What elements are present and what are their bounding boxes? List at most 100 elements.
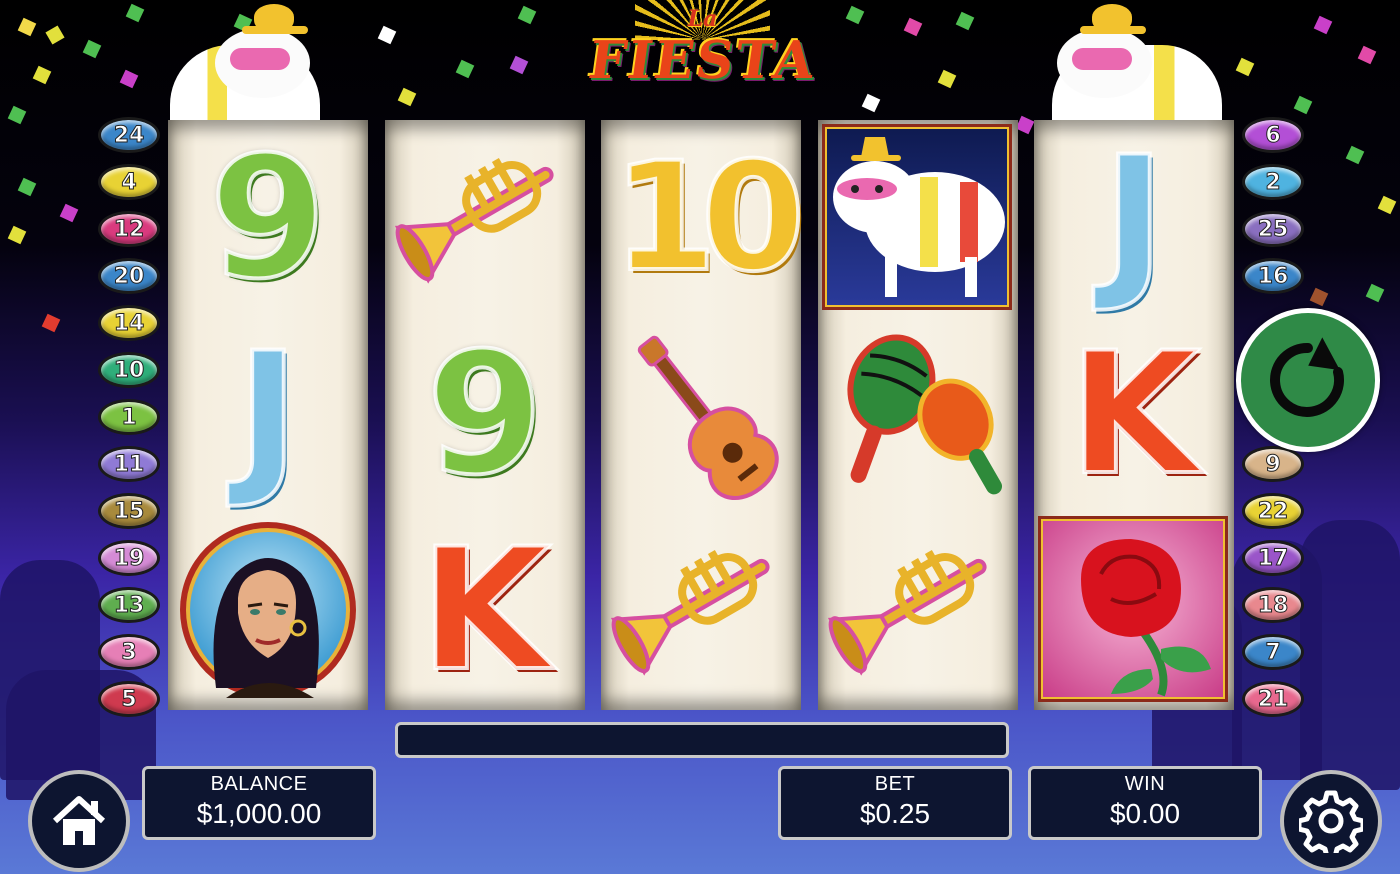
home-button[interactable] [28,770,130,872]
reel-symbol-k: K [385,512,585,708]
message-bar [395,722,1009,758]
home-icon [52,796,106,845]
confetti [17,17,37,37]
reel-symbol-trumpet [601,512,801,708]
payline-badge[interactable]: 14 [98,305,160,341]
crowd-silhouette [1300,520,1400,790]
trumpet-icon [395,158,554,284]
payline-badge[interactable]: 4 [98,164,160,200]
payline-badge[interactable]: 22 [1242,493,1304,529]
confetti [937,69,957,89]
payline-badge[interactable]: 1 [98,399,160,435]
gear-icon [1299,790,1363,853]
reel-5: J K [1034,120,1234,710]
reel-symbol-j: J [168,316,368,512]
confetti [1015,115,1035,135]
payline-badge[interactable]: 2 [1242,164,1304,200]
confetti [41,313,61,333]
win-label: WIN [1124,773,1166,795]
confetti [7,225,27,245]
balance-panel: BALANCE $1,000.00 [142,766,376,840]
rose-frame [1038,516,1228,702]
confetti [82,39,102,59]
pinata-icon [833,137,1005,297]
symbol-text: 9 [425,316,546,512]
confetti [45,25,65,45]
payline-badge[interactable]: 7 [1242,634,1304,670]
confetti [1235,57,1255,77]
confetti [7,105,27,125]
pinata-decoration-right [1052,0,1222,125]
payline-badge[interactable]: 17 [1242,540,1304,576]
win-value: $0.00 [1109,798,1181,829]
rose-icon [1081,539,1211,697]
confetti [845,5,865,25]
payline-badge[interactable]: 9 [1242,446,1304,482]
payline-badge[interactable]: 19 [98,540,160,576]
confetti [903,17,923,37]
balance-value: $1,000.00 [196,798,322,829]
reel-symbol-trumpet [385,120,585,316]
reel-symbol-9: 9 [168,120,368,316]
confetti [1345,145,1365,165]
reel-3: 10 [601,120,808,710]
reel-symbol-j: J [1034,120,1234,316]
bet-label: BET [874,773,916,795]
payline-badge[interactable]: 25 [1242,211,1304,247]
confetti [455,59,475,79]
payline-badge[interactable]: 16 [1242,258,1304,294]
confetti [509,55,529,75]
confetti [1313,15,1333,35]
payline-badge[interactable]: 24 [98,117,160,153]
confetti [377,25,397,45]
reel-symbol-k: K [1034,316,1234,512]
woman-portrait-icon [180,522,356,698]
trumpet-icon [611,550,770,676]
spin-icon [1270,337,1344,417]
payline-badge[interactable]: 13 [98,587,160,623]
payline-badge[interactable]: 5 [98,681,160,717]
payline-badge[interactable]: 3 [98,634,160,670]
reel-symbol-pinata [818,120,1018,316]
confetti [861,93,881,113]
confetti [1309,287,1329,307]
confetti [1357,45,1377,65]
symbol-text: J [235,316,301,512]
payline-badge[interactable]: 21 [1242,681,1304,717]
reel-2: 9 K [385,120,585,710]
confetti [1377,195,1397,215]
pinata-frame [822,124,1012,310]
game-logo: La FIESTA [585,0,820,96]
symbol-text: K [1067,316,1201,512]
symbol-text: K [418,512,552,708]
win-panel: WIN $0.00 [1028,766,1262,840]
payline-badge[interactable]: 18 [1242,587,1304,623]
pinata-decoration-left [170,0,320,125]
symbol-text: 10 [611,131,808,305]
confetti [517,5,537,25]
confetti [17,177,37,197]
payline-badge[interactable]: 10 [98,352,160,388]
reel-symbol-trumpet [818,512,1018,708]
confetti [59,203,79,223]
bet-panel[interactable]: BET $0.25 [778,766,1012,840]
reel-symbol-woman-portrait [168,512,368,708]
spin-button[interactable] [1236,308,1380,452]
reel-4 [818,120,1018,710]
confetti [955,11,975,31]
reel-symbol-rose [1034,512,1234,708]
symbol-text: J [1101,120,1167,316]
reel-symbol-10: 10 [601,120,808,316]
payline-badge[interactable]: 20 [98,258,160,294]
payline-badge[interactable]: 15 [98,493,160,529]
confetti [1293,95,1313,115]
payline-badge[interactable]: 11 [98,446,160,482]
confetti [32,65,52,85]
logo-title-text: FIESTA [584,30,821,91]
reel-symbol-9: 9 [385,316,585,512]
settings-button[interactable] [1280,770,1382,872]
symbol-text: 9 [208,120,329,316]
payline-badge[interactable]: 12 [98,211,160,247]
payline-badge[interactable]: 6 [1242,117,1304,153]
guitar-icon [637,335,779,500]
